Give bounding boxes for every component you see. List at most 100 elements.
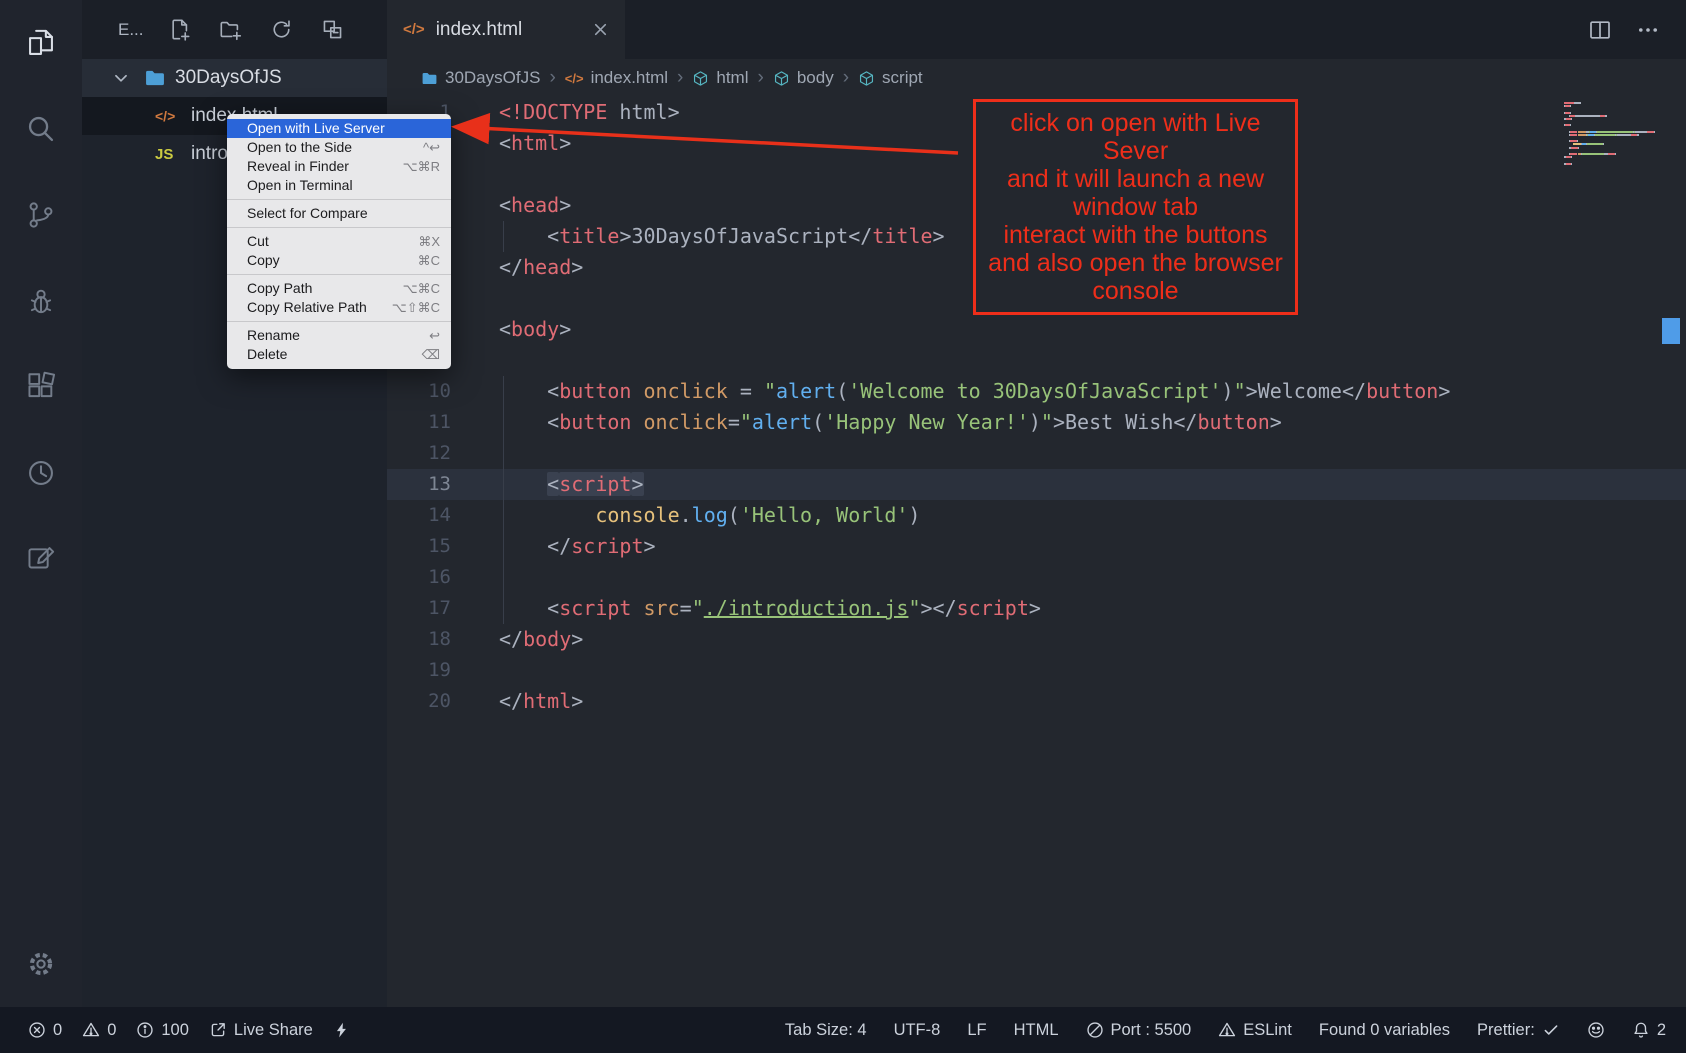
tab-label: index.html <box>436 19 523 41</box>
close-icon[interactable] <box>592 21 609 38</box>
menu-item-select-for-compare[interactable]: Select for Compare <box>227 204 451 223</box>
minimap[interactable] <box>1564 102 1656 166</box>
minimap-line <box>1564 102 1656 104</box>
activity-extensions-icon[interactable] <box>0 344 82 430</box>
code-line-18[interactable]: 18</body> <box>387 624 1686 655</box>
status-label: HTML <box>1014 1021 1059 1040</box>
annotation-line: and it will launch a new <box>978 165 1293 193</box>
code-line-19[interactable]: 19 <box>387 655 1686 686</box>
breadcrumb-item-html[interactable]: html <box>692 68 748 88</box>
status-right: Tab Size: 4 UTF-8 LF HTML Port : 5500 ESLint F… <box>785 1021 1666 1040</box>
code-text: </body> <box>499 624 583 655</box>
tab-index-html[interactable]: </> index.html <box>387 0 625 59</box>
editor-group: </> index.html 30DaysOfJS › </>index.html ›… <box>387 0 1686 1007</box>
status-label: 2 <box>1657 1021 1666 1040</box>
activity-settings-icon[interactable] <box>0 921 82 1007</box>
status-item-2[interactable]: 2 <box>1632 1021 1666 1040</box>
breadcrumb-label: html <box>716 68 748 88</box>
menu-item-open-to-the-side[interactable]: Open to the Side^↩ <box>227 138 451 157</box>
breadcrumb: 30DaysOfJS›</>index.html›html›body›scrip… <box>387 59 1686 97</box>
status-item-html[interactable]: HTML <box>1014 1021 1059 1040</box>
status-item-tab-size-4[interactable]: Tab Size: 4 <box>785 1021 867 1040</box>
activity-history-icon[interactable] <box>0 430 82 516</box>
code-line-13[interactable]: 13 <script> <box>387 469 1686 500</box>
line-number: 20 <box>387 686 499 717</box>
new-file-icon[interactable] <box>168 18 191 41</box>
activity-explorer-icon[interactable] <box>0 0 82 86</box>
status-item-eslint[interactable]: ESLint <box>1218 1021 1292 1040</box>
menu-item-cut[interactable]: Cut⌘X <box>227 232 451 251</box>
overview-ruler-marker <box>1662 318 1680 344</box>
menu-item-open-with-live-server[interactable]: Open with Live Server <box>227 119 451 138</box>
code-line-10[interactable]: 10 <button onclick = "alert('Welcome to … <box>387 376 1686 407</box>
blocked-icon <box>1086 1021 1104 1039</box>
activity-source-control-icon[interactable] <box>0 172 82 258</box>
status-item-0[interactable]: 0 <box>82 1021 116 1040</box>
line-number: 14 <box>387 500 499 531</box>
line-number: 17 <box>387 593 499 624</box>
code-text: console.log('Hello, World') <box>499 500 920 531</box>
refresh-icon[interactable] <box>270 18 293 41</box>
status-item-port-5500[interactable]: Port : 5500 <box>1086 1021 1192 1040</box>
activity-search-icon[interactable] <box>0 86 82 172</box>
menu-item-rename[interactable]: Rename↩ <box>227 326 451 345</box>
code-line-11[interactable]: 11 <button onclick="alert('Happy New Yea… <box>387 407 1686 438</box>
menu-item-delete[interactable]: Delete⌫ <box>227 345 451 364</box>
minimap-line <box>1564 143 1656 145</box>
status-item-smiley[interactable] <box>1587 1021 1605 1039</box>
activity-run-debug-icon[interactable] <box>0 258 82 344</box>
warning-icon <box>1218 1021 1236 1039</box>
code-line-9[interactable]: 9 <box>387 345 1686 376</box>
menu-separator <box>227 199 451 200</box>
split-editor-icon[interactable] <box>1588 18 1612 42</box>
info-icon <box>136 1021 154 1039</box>
more-actions-icon[interactable] <box>1636 18 1660 42</box>
breadcrumb-item-script[interactable]: script <box>858 68 923 88</box>
status-item-100[interactable]: 100 <box>136 1021 189 1040</box>
status-item-prettier[interactable]: Prettier: <box>1477 1021 1560 1040</box>
new-folder-icon[interactable] <box>219 18 242 41</box>
menu-item-copy-path[interactable]: Copy Path⌥⌘C <box>227 279 451 298</box>
code-text: </html> <box>499 686 583 717</box>
code-line-8[interactable]: 8<body> <box>387 314 1686 345</box>
status-item-found-0-variables[interactable]: Found 0 variables <box>1319 1021 1450 1040</box>
code-line-12[interactable]: 12 <box>387 438 1686 469</box>
line-number: 10 <box>387 376 499 407</box>
status-item-zap[interactable] <box>333 1021 351 1039</box>
status-item-lf[interactable]: LF <box>967 1021 986 1040</box>
code-line-15[interactable]: 15 </script> <box>387 531 1686 562</box>
menu-item-reveal-in-finder[interactable]: Reveal in Finder⌥⌘R <box>227 157 451 176</box>
menu-item-shortcut: ⌘C <box>418 251 440 270</box>
share-icon <box>209 1021 227 1039</box>
code-line-17[interactable]: 17 <script src="./introduction.js"></scr… <box>387 593 1686 624</box>
activity-feedback-icon[interactable] <box>0 516 82 602</box>
status-item-utf-8[interactable]: UTF-8 <box>894 1021 941 1040</box>
breadcrumb-item-body[interactable]: body <box>773 68 834 88</box>
status-item-0[interactable]: 0 <box>28 1021 62 1040</box>
folder-root-label: 30DaysOfJS <box>175 67 282 89</box>
status-left: 0 0 100 Live Share <box>28 1021 351 1040</box>
code-text: <button onclick = "alert('Welcome to 30D… <box>499 376 1450 407</box>
breadcrumb-item-30daysofjs[interactable]: 30DaysOfJS <box>421 68 540 88</box>
code-line-14[interactable]: 14 console.log('Hello, World') <box>387 500 1686 531</box>
error-icon <box>28 1021 46 1039</box>
code-text: <button onclick="alert('Happy New Year!'… <box>499 407 1282 438</box>
folder-root-30daysofjs[interactable]: 30DaysOfJS <box>82 59 387 97</box>
code-file-icon: </> <box>155 108 185 124</box>
breadcrumb-label: index.html <box>591 68 668 88</box>
editor-pane: 1<!DOCTYPE html>2<html>34<head>5 <title>… <box>387 97 1686 1007</box>
status-item-live-share[interactable]: Live Share <box>209 1021 313 1040</box>
menu-item-copy[interactable]: Copy⌘C <box>227 251 451 270</box>
minimap-line <box>1564 121 1656 123</box>
breadcrumb-item-index-html[interactable]: </>index.html <box>565 68 668 88</box>
minimap-line <box>1564 153 1656 155</box>
breadcrumb-separator: › <box>549 67 555 89</box>
line-number: 11 <box>387 407 499 438</box>
code-line-16[interactable]: 16 <box>387 562 1686 593</box>
code-line-20[interactable]: 20</html> <box>387 686 1686 717</box>
collapse-all-icon[interactable] <box>321 18 344 41</box>
breadcrumb-separator: › <box>677 67 683 89</box>
menu-item-copy-relative-path[interactable]: Copy Relative Path⌥⇧⌘C <box>227 298 451 317</box>
menu-item-open-in-terminal[interactable]: Open in Terminal <box>227 176 451 195</box>
code-text: <html> <box>499 128 571 159</box>
